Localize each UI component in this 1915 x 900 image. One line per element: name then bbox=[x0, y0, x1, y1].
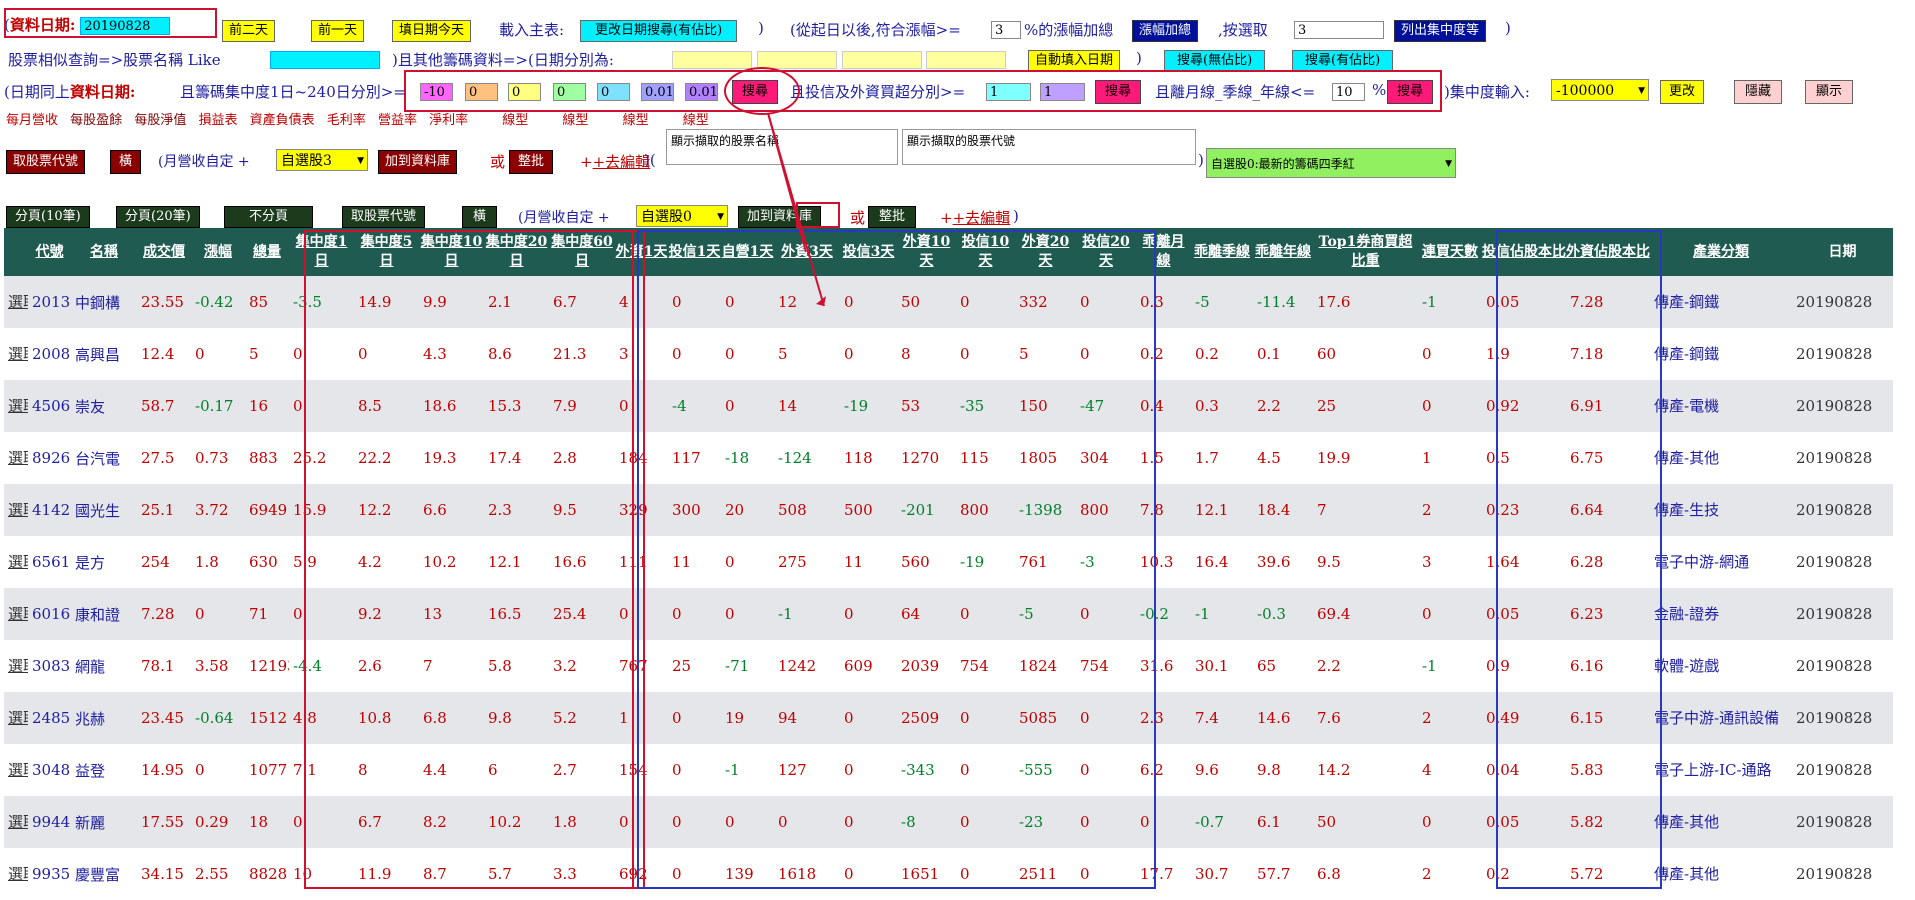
callout-small-box bbox=[796, 202, 840, 228]
callout-arrows bbox=[767, 112, 840, 307]
